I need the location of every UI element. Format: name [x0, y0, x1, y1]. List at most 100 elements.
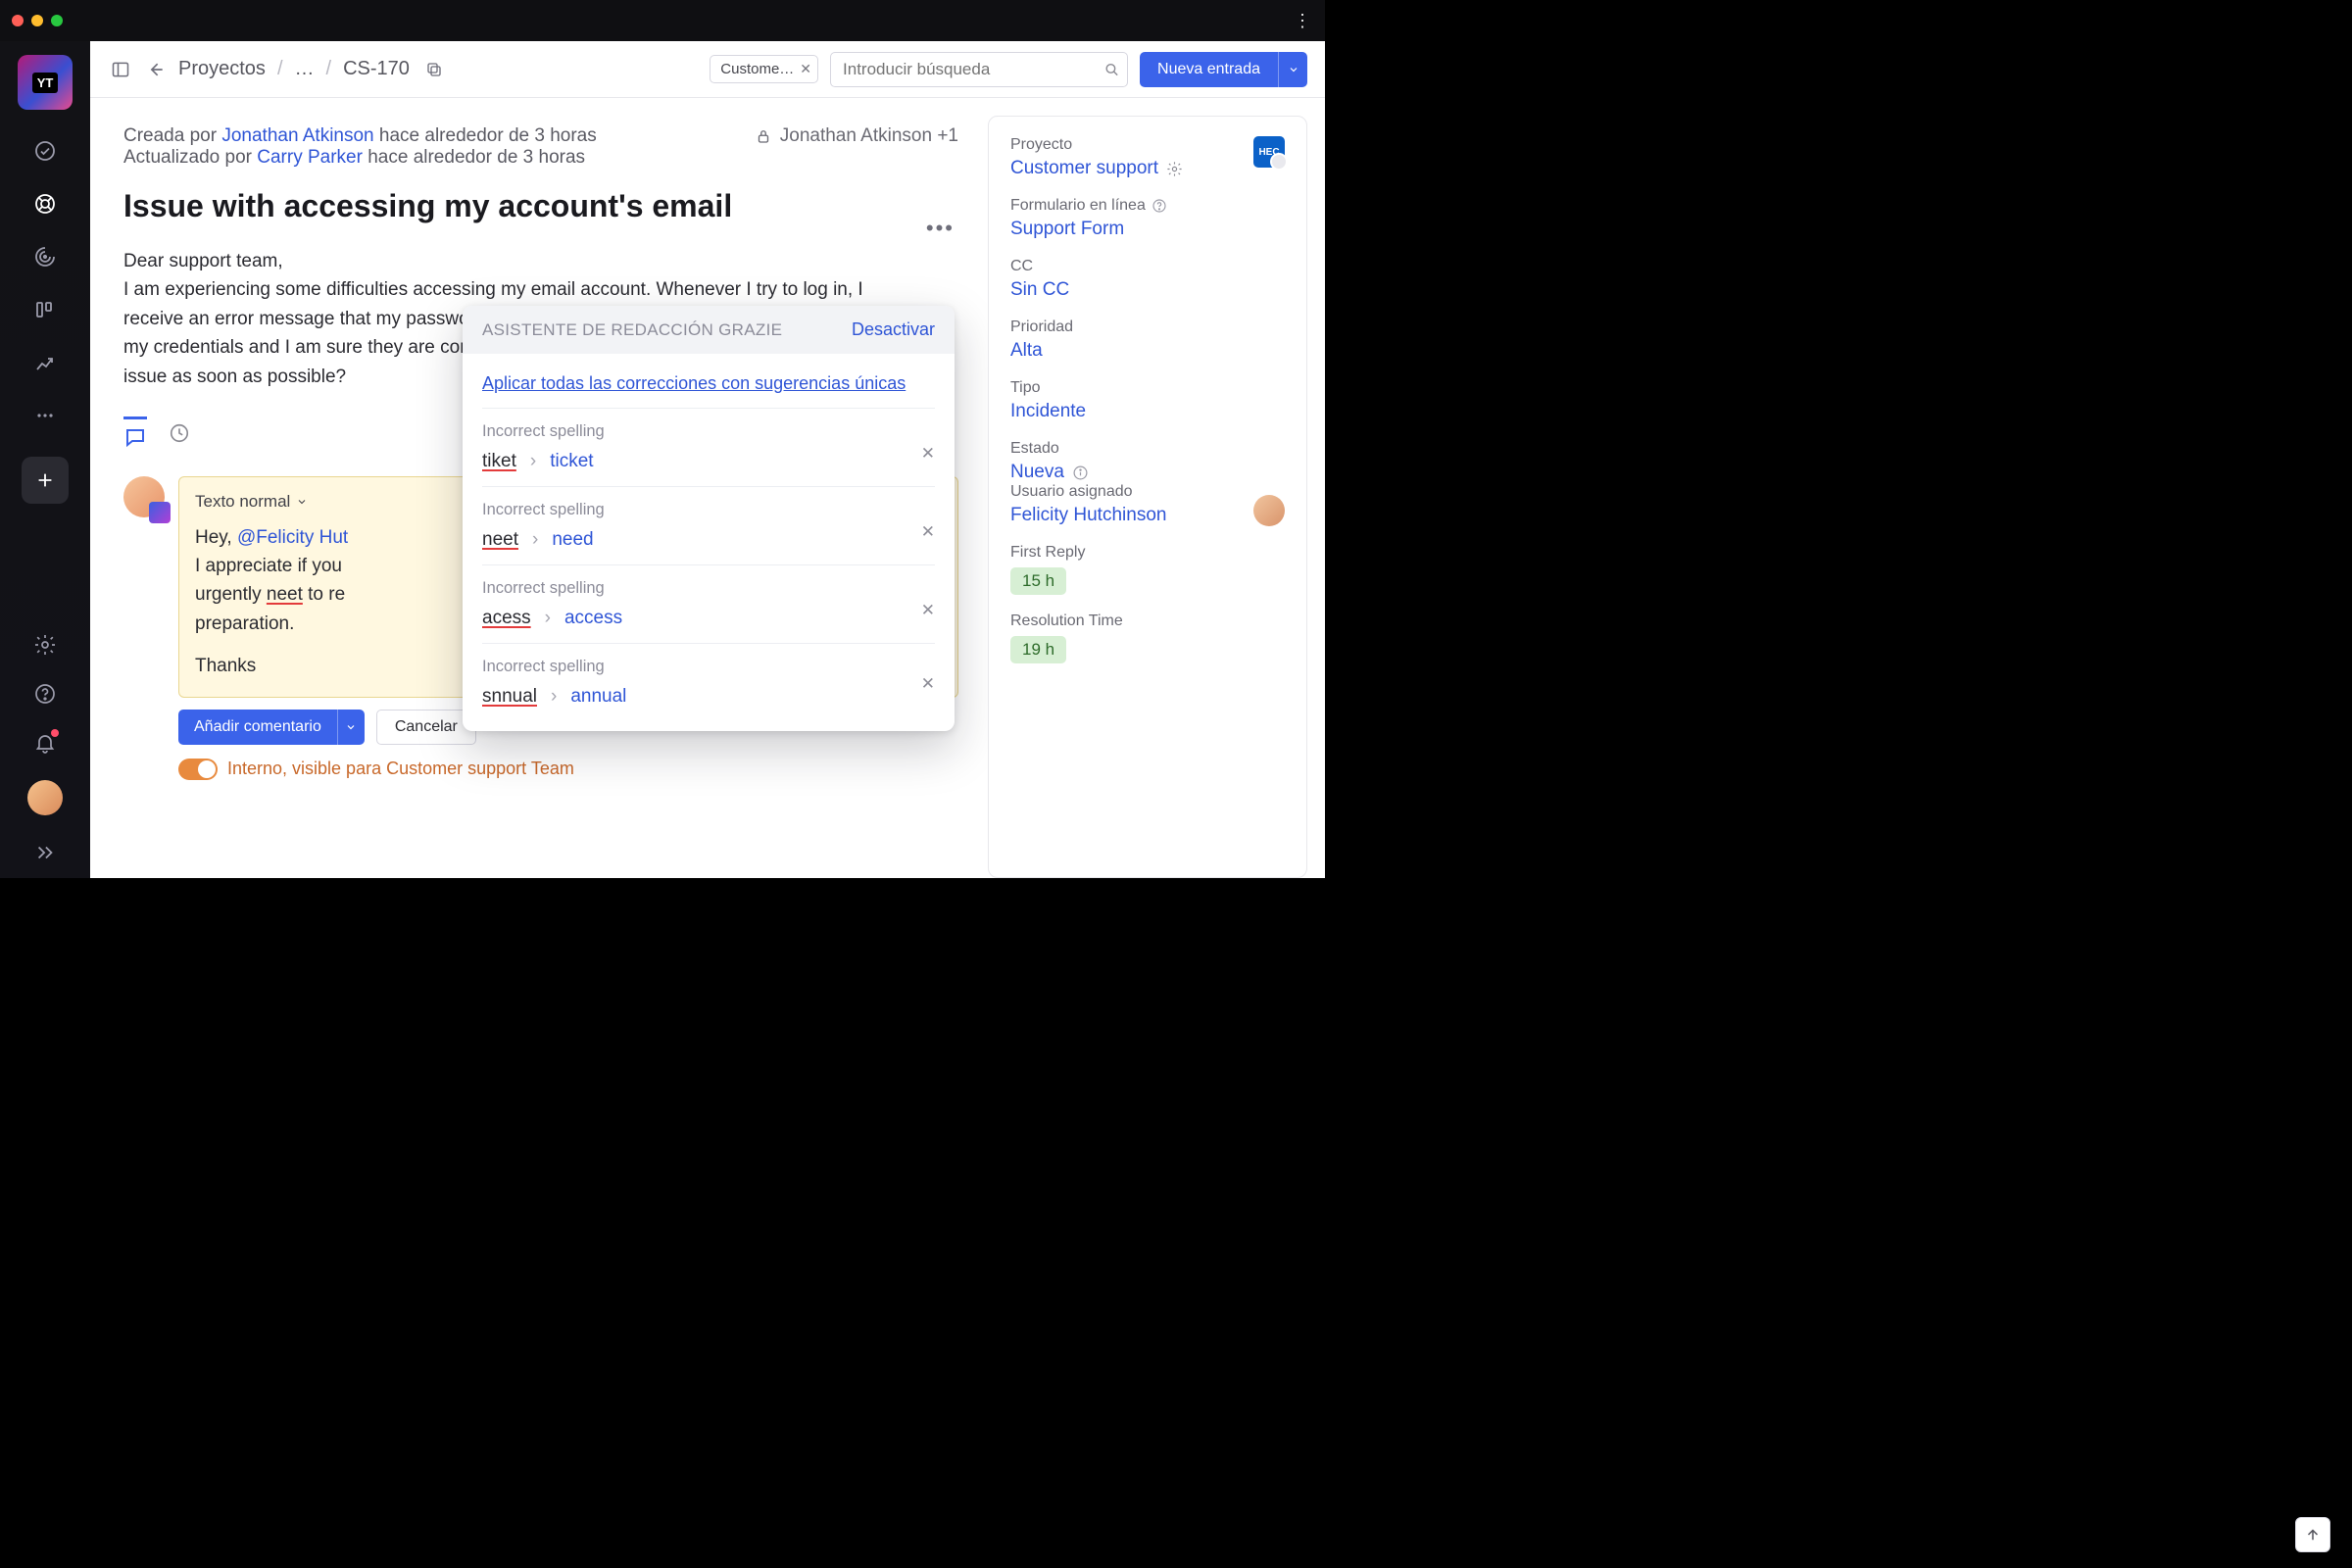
popup-disable-link[interactable]: Desactivar [852, 319, 935, 340]
panel-icon[interactable] [108, 57, 133, 82]
wrong-word: acess [482, 608, 531, 629]
dismiss-suggestion-icon[interactable]: ✕ [921, 522, 935, 542]
wrong-word: neet [482, 529, 518, 551]
tab-comments[interactable] [123, 416, 147, 449]
dismiss-suggestion-icon[interactable]: ✕ [921, 674, 935, 694]
priority-field[interactable]: Alta [1010, 340, 1285, 362]
arrow-right-icon: › [545, 608, 551, 629]
reports-icon[interactable] [33, 351, 57, 374]
visibility-row[interactable]: Jonathan Atkinson +1 [755, 125, 958, 147]
project-avatar: HEC [1253, 136, 1285, 168]
app-logo-text: YT [32, 73, 59, 93]
breadcrumb-dots[interactable]: … [295, 58, 315, 80]
popup-title: ASISTENTE DE REDACCIÓN GRAZIE [482, 320, 782, 340]
app-sidebar: YT [0, 41, 90, 878]
minimize-icon[interactable] [31, 15, 43, 26]
suggestion-row[interactable]: Incorrect spelling snnual›annual ✕ [482, 644, 935, 711]
correct-word[interactable]: need [552, 529, 593, 551]
internal-visibility-toggle[interactable]: Interno, visible para Customer support T… [178, 759, 958, 780]
correct-word[interactable]: ticket [550, 451, 593, 472]
suggestion-row[interactable]: Incorrect spelling tiket › ticket ✕ [482, 409, 935, 487]
assignee-avatar [1253, 495, 1285, 526]
suggestion-row[interactable]: Incorrect spelling neet›need ✕ [482, 487, 935, 565]
help-icon[interactable] [33, 682, 57, 706]
correct-word[interactable]: annual [570, 686, 626, 708]
updated-line: Actualizado por Carry Parker hace alrede… [123, 147, 958, 169]
back-icon[interactable] [143, 57, 169, 82]
lock-icon [755, 127, 772, 145]
chevron-down-icon[interactable] [337, 710, 365, 745]
suggestion-category: Incorrect spelling [482, 422, 935, 441]
suggestion-row[interactable]: Incorrect spelling acess›access ✕ [482, 565, 935, 644]
wrong-word: tiket [482, 451, 516, 472]
issue-view: Creada por Jonathan Atkinson hace alrede… [90, 98, 988, 878]
board-icon[interactable] [33, 298, 57, 321]
bell-icon[interactable] [33, 731, 57, 755]
updater-link[interactable]: Carry Parker [257, 147, 363, 168]
visibility-text: Jonathan Atkinson +1 [780, 125, 958, 147]
field-label: First Reply [1010, 544, 1285, 562]
kebab-menu-icon[interactable]: ⋮ [1294, 11, 1311, 31]
arrow-right-icon: › [530, 451, 536, 472]
type-field[interactable]: Incidente [1010, 401, 1285, 422]
lifebuoy-icon[interactable] [33, 192, 57, 216]
current-user-avatar[interactable] [27, 780, 63, 815]
fields-panel: Proyecto Customer support HEC Formulario… [988, 116, 1307, 878]
copy-icon[interactable] [421, 57, 447, 82]
window-controls [12, 15, 63, 26]
assignee-field[interactable]: Felicity Hutchinson [1010, 505, 1166, 526]
create-button[interactable] [22, 457, 69, 504]
help-icon[interactable] [1152, 198, 1167, 214]
grazie-assistant-popup: ASISTENTE DE REDACCIÓN GRAZIE Desactivar… [463, 306, 955, 731]
comment-author-avatar [123, 476, 165, 517]
tab-history[interactable] [169, 422, 190, 444]
creator-link[interactable]: Jonathan Atkinson [221, 125, 373, 146]
breadcrumb-projects[interactable]: Proyectos [178, 58, 266, 80]
add-comment-button[interactable]: Añadir comentario [178, 710, 365, 745]
gear-icon[interactable] [1166, 161, 1183, 177]
state-field[interactable]: Nueva [1010, 462, 1285, 483]
breadcrumb: Proyectos / … / CS-170 [178, 57, 447, 82]
mention[interactable]: @Felicity Hut [237, 527, 348, 548]
dismiss-suggestion-icon[interactable]: ✕ [921, 601, 935, 620]
toggle-switch[interactable] [178, 759, 218, 780]
breadcrumb-issue-id: CS-170 [343, 58, 410, 80]
issue-actions-more-icon[interactable]: ••• [926, 216, 955, 241]
search-icon[interactable] [1103, 61, 1120, 77]
field-label: Prioridad [1010, 318, 1285, 336]
chevron-down-icon[interactable] [1278, 52, 1307, 87]
close-icon[interactable] [12, 15, 24, 26]
checkmark-circle-icon[interactable] [33, 139, 57, 163]
apply-all-link[interactable]: Aplicar todas las correcciones con suger… [482, 364, 935, 409]
wrong-word: snnual [482, 686, 537, 708]
field-label: CC [1010, 258, 1285, 275]
collapse-sidebar-icon[interactable] [33, 841, 57, 864]
online-form-field[interactable]: Support Form [1010, 219, 1285, 240]
field-label: Proyecto [1010, 136, 1183, 154]
radar-icon[interactable] [33, 245, 57, 269]
more-icon[interactable] [33, 404, 57, 427]
new-issue-label: Nueva entrada [1140, 61, 1278, 78]
correct-word[interactable]: access [564, 608, 622, 629]
cc-field[interactable]: Sin CC [1010, 279, 1285, 301]
field-label: Resolution Time [1010, 612, 1285, 630]
info-icon[interactable] [1072, 465, 1089, 481]
search-context-chip[interactable]: Custome… ✕ [710, 55, 818, 83]
search-input[interactable] [830, 52, 1128, 87]
gear-icon[interactable] [33, 633, 57, 657]
cancel-button[interactable]: Cancelar [376, 710, 476, 745]
field-label: Usuario asignado [1010, 483, 1166, 501]
project-field[interactable]: Customer support [1010, 158, 1183, 179]
new-issue-button[interactable]: Nueva entrada [1140, 52, 1307, 87]
misspelled-word[interactable]: neet [267, 584, 303, 605]
add-comment-label: Añadir comentario [178, 718, 337, 736]
toolbar: Proyectos / … / CS-170 Custome… ✕ Nueva … [90, 41, 1325, 98]
field-label: Estado [1010, 440, 1285, 458]
zoom-icon[interactable] [51, 15, 63, 26]
close-icon[interactable]: ✕ [800, 61, 811, 77]
dismiss-suggestion-icon[interactable]: ✕ [921, 444, 935, 464]
sla-badge: 15 h [1010, 567, 1066, 595]
app-logo[interactable]: YT [18, 55, 73, 110]
issue-title: Issue with accessing my account's email [123, 186, 760, 225]
arrow-right-icon: › [532, 529, 538, 551]
